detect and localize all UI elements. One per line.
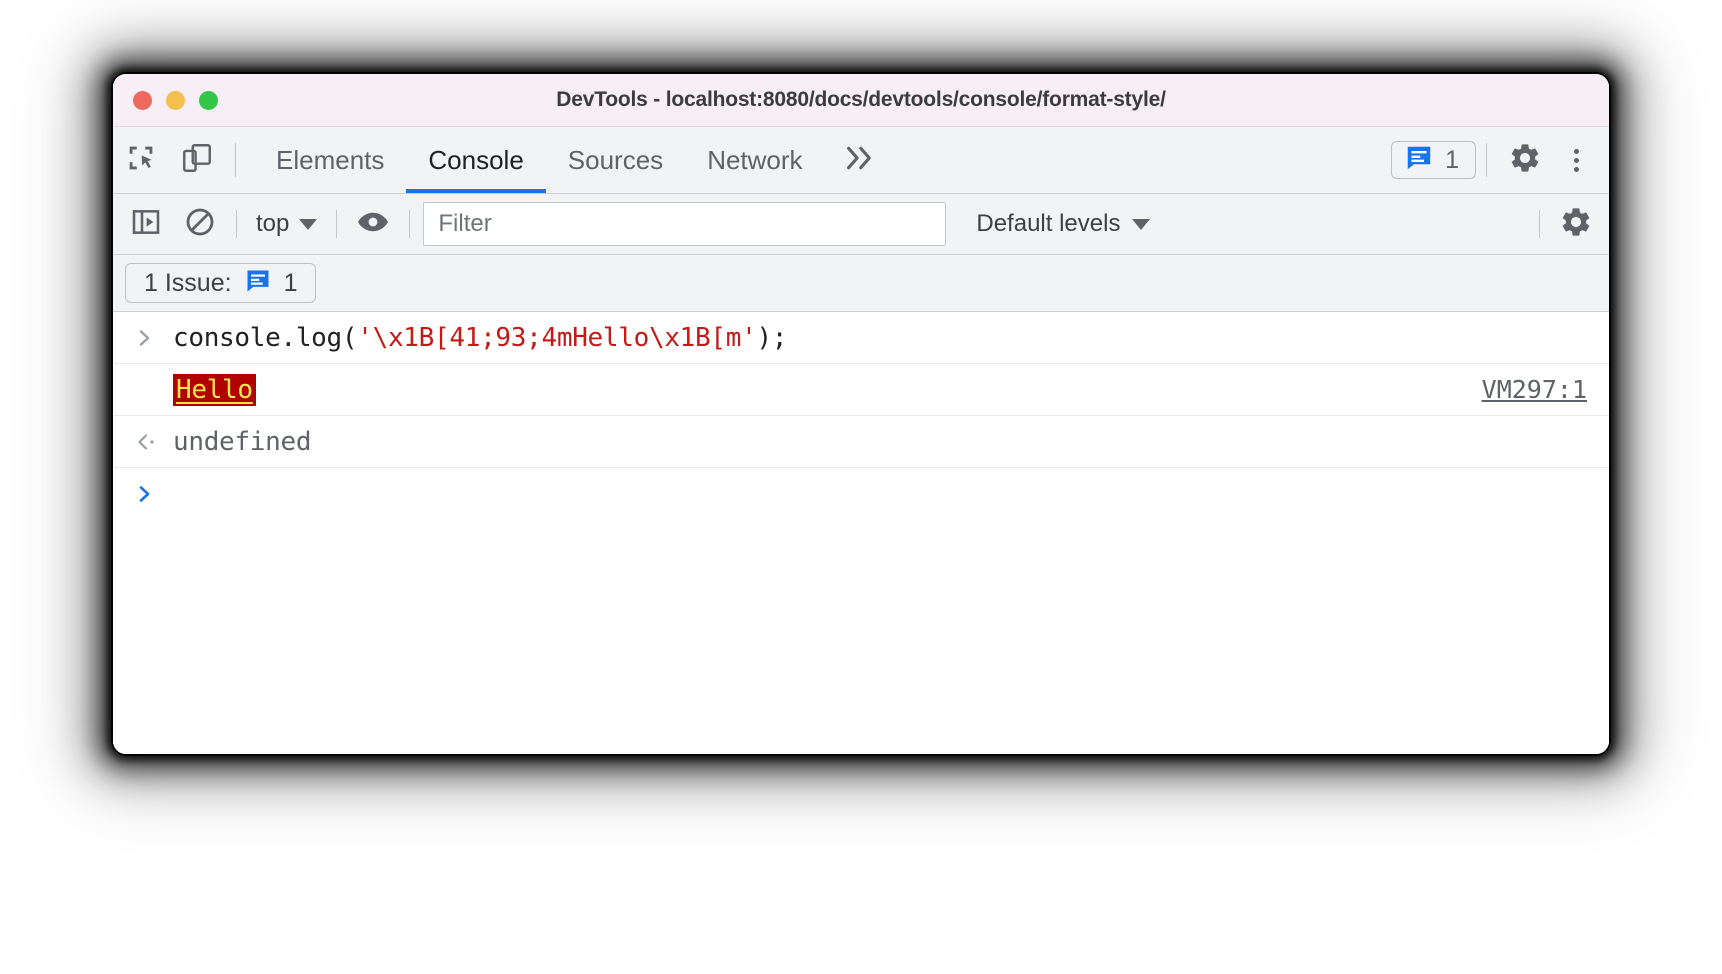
filter-divider-2 bbox=[336, 210, 338, 238]
issues-message-icon bbox=[244, 267, 272, 300]
ansi-styled-text: Hello bbox=[173, 373, 256, 406]
issues-counter-button[interactable]: 1 bbox=[1391, 141, 1476, 179]
code-prefix: console.log( bbox=[173, 322, 358, 353]
log-levels-selector[interactable]: Default levels bbox=[962, 210, 1164, 238]
tab-network[interactable]: Network bbox=[685, 127, 824, 193]
tab-elements[interactable]: Elements bbox=[254, 127, 406, 193]
more-tabs-button[interactable] bbox=[825, 127, 899, 193]
window-title-bar: DevTools - localhost:8080/docs/devtools/… bbox=[113, 74, 1609, 127]
tab-sources-label: Sources bbox=[567, 144, 664, 175]
gear-icon bbox=[1508, 141, 1542, 180]
console-output-source-link[interactable]: VM297:1 bbox=[1482, 375, 1587, 404]
issues-message-icon bbox=[1404, 143, 1434, 178]
chevron-down-icon bbox=[299, 218, 318, 230]
minimize-window-button[interactable] bbox=[166, 90, 185, 110]
code-string-literal: '\x1B[41;93;4mHello\x1B[m' bbox=[357, 322, 757, 353]
filter-divider-4 bbox=[1539, 210, 1540, 238]
kebab-dot-2 bbox=[1573, 157, 1579, 163]
more-options-button[interactable] bbox=[1553, 148, 1599, 172]
prompt-caret-icon bbox=[135, 484, 173, 504]
issues-summary-count: 1 bbox=[283, 268, 298, 297]
input-row-gutter-icon bbox=[135, 328, 173, 348]
console-input-code: console.log('\x1B[41;93;4mHello\x1B[m'); bbox=[173, 323, 1587, 353]
tab-sources[interactable]: Sources bbox=[546, 127, 685, 193]
console-filter-input[interactable]: Filter bbox=[423, 202, 947, 246]
console-message-list: console.log('\x1B[41;93;4mHello\x1B[m');… bbox=[113, 312, 1609, 754]
issues-summary-label: 1 Issue: bbox=[144, 268, 232, 297]
zoom-window-button[interactable] bbox=[199, 90, 218, 110]
inspect-element-button[interactable] bbox=[113, 127, 169, 193]
toggle-device-toolbar-button[interactable] bbox=[169, 127, 225, 193]
console-filter-placeholder: Filter bbox=[438, 210, 492, 237]
tab-elements-label: Elements bbox=[276, 144, 385, 175]
close-window-button[interactable] bbox=[133, 90, 152, 110]
double-chevron-right-icon bbox=[845, 144, 879, 177]
toolbar-divider bbox=[235, 143, 236, 177]
traffic-lights bbox=[113, 90, 218, 110]
console-filter-toolbar: top Filter Default levels bbox=[113, 194, 1609, 255]
filter-divider-1 bbox=[236, 210, 237, 238]
console-output-content: Hello bbox=[173, 373, 1482, 406]
execution-context-selector[interactable]: top bbox=[246, 210, 327, 238]
live-expression-button[interactable] bbox=[346, 202, 400, 246]
console-input-row[interactable]: console.log('\x1B[41;93;4mHello\x1B[m'); bbox=[113, 312, 1609, 364]
console-prompt-row[interactable] bbox=[113, 468, 1609, 520]
filter-divider-3 bbox=[409, 210, 411, 238]
settings-button[interactable] bbox=[1497, 141, 1553, 180]
code-suffix: ); bbox=[756, 322, 788, 353]
console-sidebar-toggle-button[interactable] bbox=[119, 202, 173, 246]
clear-console-icon bbox=[184, 206, 216, 243]
toolbar-right-icons bbox=[1497, 127, 1609, 193]
execution-context-value: top bbox=[256, 210, 290, 237]
console-result-value: undefined bbox=[173, 426, 312, 457]
device-toolbar-icon bbox=[180, 141, 214, 180]
issues-summary-button[interactable]: 1 Issue: 1 bbox=[125, 263, 317, 303]
kebab-dot-1 bbox=[1573, 148, 1579, 154]
console-sidebar-icon bbox=[130, 206, 162, 243]
console-empty-area bbox=[113, 520, 1609, 754]
tab-network-label: Network bbox=[707, 144, 803, 175]
log-levels-value: Default levels bbox=[976, 210, 1121, 237]
tab-console-label: Console bbox=[428, 144, 524, 175]
console-issues-bar: 1 Issue: 1 bbox=[113, 255, 1609, 312]
devtools-panel-tabs: Elements Console Sources Network bbox=[254, 127, 899, 193]
clear-console-button[interactable] bbox=[173, 202, 227, 246]
tab-console[interactable]: Console bbox=[406, 127, 547, 193]
issues-count: 1 bbox=[1445, 145, 1459, 174]
devtools-main-toolbar: Elements Console Sources Network 1 bbox=[113, 127, 1609, 194]
console-output-row: Hello VM297:1 bbox=[113, 364, 1609, 416]
chevron-down-icon bbox=[1132, 218, 1151, 230]
kebab-dot-3 bbox=[1573, 166, 1579, 172]
gear-icon bbox=[1559, 205, 1593, 244]
eye-icon bbox=[356, 205, 390, 244]
result-row-gutter-icon bbox=[135, 432, 173, 452]
devtools-window: DevTools - localhost:8080/docs/devtools/… bbox=[113, 74, 1609, 754]
console-result-row: undefined bbox=[113, 416, 1609, 468]
console-settings-button[interactable] bbox=[1549, 202, 1603, 246]
inspect-element-icon bbox=[124, 141, 158, 180]
window-title: DevTools - localhost:8080/docs/devtools/… bbox=[556, 88, 1166, 111]
toolbar-divider-right bbox=[1486, 143, 1487, 177]
